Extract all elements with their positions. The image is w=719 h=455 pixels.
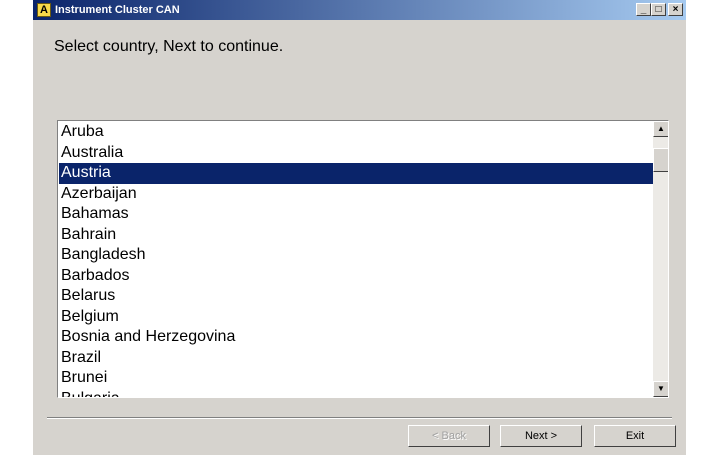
scroll-thumb[interactable] bbox=[653, 148, 668, 172]
window-title: Instrument Cluster CAN bbox=[55, 4, 180, 16]
scroll-down-arrow-icon[interactable]: ▼ bbox=[653, 381, 668, 397]
country-list-item[interactable]: Bahamas bbox=[59, 204, 653, 225]
country-list[interactable]: Aruba Australia Austria Azerbaijan Bahamas Ba… bbox=[59, 122, 653, 398]
scroll-up-arrow-icon[interactable]: ▲ bbox=[653, 121, 668, 137]
footer-separator bbox=[47, 417, 672, 419]
country-list-item[interactable]: Aruba bbox=[59, 122, 653, 143]
country-list-item[interactable]: Austria bbox=[59, 163, 653, 184]
country-listbox[interactable]: Aruba Australia Austria Azerbaijan Bahamas Ba… bbox=[57, 120, 669, 398]
country-list-item[interactable]: Bulgaria bbox=[59, 389, 653, 398]
country-list-item[interactable]: Bangladesh bbox=[59, 245, 653, 266]
next-button[interactable]: Next > bbox=[500, 425, 582, 447]
maximize-button[interactable]: □ bbox=[651, 3, 666, 16]
exit-button[interactable]: Exit bbox=[594, 425, 676, 447]
country-list-item[interactable]: Azerbaijan bbox=[59, 184, 653, 205]
country-list-item[interactable]: Barbados bbox=[59, 266, 653, 287]
back-button[interactable]: < Back bbox=[408, 425, 490, 447]
country-list-item[interactable]: Brunei bbox=[59, 368, 653, 389]
minimize-button[interactable]: _ bbox=[636, 3, 651, 16]
vertical-scrollbar[interactable]: ▲ ▼ bbox=[653, 121, 668, 397]
installer-window: A Instrument Cluster CAN _ □ × Select co… bbox=[33, 0, 686, 455]
country-list-item[interactable]: Bahrain bbox=[59, 225, 653, 246]
country-list-item[interactable]: Belarus bbox=[59, 286, 653, 307]
country-list-item[interactable]: Belgium bbox=[59, 307, 653, 328]
country-list-item[interactable]: Brazil bbox=[59, 348, 653, 369]
title-bar[interactable]: A Instrument Cluster CAN _ □ × bbox=[33, 0, 686, 20]
country-list-item[interactable]: Australia bbox=[59, 143, 653, 164]
instruction-text: Select country, Next to continue. bbox=[54, 38, 284, 55]
country-list-item[interactable]: Bosnia and Herzegovina bbox=[59, 327, 653, 348]
app-icon: A bbox=[37, 3, 51, 17]
close-button[interactable]: × bbox=[668, 3, 683, 16]
